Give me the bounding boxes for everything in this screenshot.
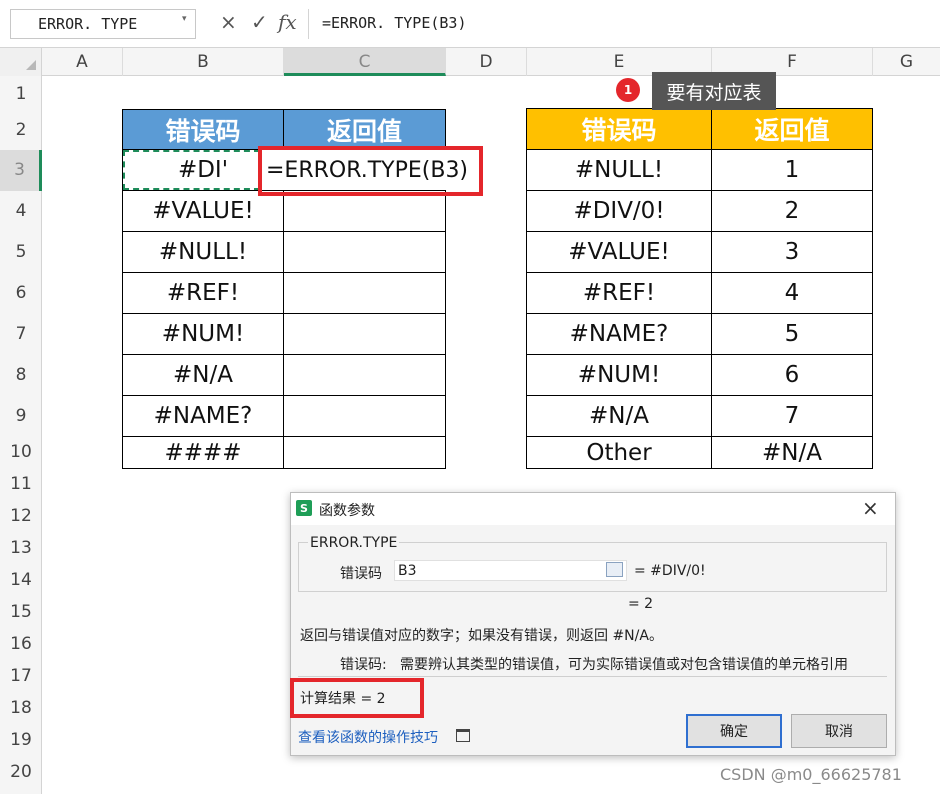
row-header-2[interactable]: 2 xyxy=(0,110,42,150)
function-result: = 2 xyxy=(628,596,654,612)
cell-b6[interactable]: #REF! xyxy=(123,273,284,314)
right-header-return-value[interactable]: 返回值 xyxy=(712,109,873,150)
chevron-down-icon[interactable]: ▾ xyxy=(182,14,187,24)
copy-marquee xyxy=(123,150,260,190)
corner-triangle-icon xyxy=(26,60,36,70)
right-row-code[interactable]: Other xyxy=(527,437,712,469)
argument-description: 需要辨认其类型的错误值，可为实际错误值或对包含错误值的单元格引用 xyxy=(400,657,848,673)
right-row-code[interactable]: #VALUE! xyxy=(527,232,712,273)
left-header-error-code[interactable]: 错误码 xyxy=(123,110,284,150)
row-header-10[interactable]: 10 xyxy=(0,437,42,468)
row-header-16[interactable]: 16 xyxy=(0,628,42,660)
right-row-value[interactable]: 2 xyxy=(712,191,873,232)
row-header-9[interactable]: 9 xyxy=(0,396,42,437)
row-header-7[interactable]: 7 xyxy=(0,314,42,355)
row-header-4[interactable]: 4 xyxy=(0,191,42,232)
cell-c4[interactable] xyxy=(284,191,446,232)
right-row-value[interactable]: 6 xyxy=(712,355,873,396)
formula-highlight-box xyxy=(258,146,483,196)
cell-b8[interactable]: #N/A xyxy=(123,355,284,396)
calendar-icon[interactable] xyxy=(456,729,470,742)
row-header-20[interactable]: 20 xyxy=(0,756,42,788)
column-header-b[interactable]: B xyxy=(123,48,284,76)
row-header-12[interactable]: 12 xyxy=(0,500,42,532)
callout-label: 要有对应表 xyxy=(652,72,776,110)
column-header-c[interactable]: C xyxy=(284,48,446,76)
argument-result: = #DIV/0! xyxy=(634,563,706,579)
formula-text: =ERROR. TYPE(B3) xyxy=(322,14,467,32)
argument-value: B3 xyxy=(398,563,417,579)
cell-b7[interactable]: #NUM! xyxy=(123,314,284,355)
cancel-icon[interactable]: × xyxy=(220,10,237,34)
column-header-d[interactable]: D xyxy=(446,48,527,76)
dialog-separator xyxy=(298,676,887,677)
right-row-code[interactable]: #NULL! xyxy=(527,150,712,191)
argument-description-label: 错误码: xyxy=(340,657,387,673)
right-row-value[interactable]: 1 xyxy=(712,150,873,191)
right-row-value[interactable]: #N/A xyxy=(712,437,873,469)
right-row-code[interactable]: #NAME? xyxy=(527,314,712,355)
right-row-code[interactable]: #DIV/0! xyxy=(527,191,712,232)
row-header-5[interactable]: 5 xyxy=(0,232,42,273)
row-header-13[interactable]: 13 xyxy=(0,532,42,564)
right-row-value[interactable]: 7 xyxy=(712,396,873,437)
right-row-value[interactable]: 5 xyxy=(712,314,873,355)
row-header-3[interactable]: 3 xyxy=(0,150,42,191)
function-name: ERROR.TYPE xyxy=(308,535,400,551)
cell-c9[interactable] xyxy=(284,396,446,437)
watermark: CSDN @m0_66625781 xyxy=(720,765,902,784)
collapse-dialog-icon[interactable] xyxy=(606,562,623,577)
cell-c7[interactable] xyxy=(284,314,446,355)
cancel-button[interactable]: 取消 xyxy=(791,714,887,748)
cell-b4[interactable]: #VALUE! xyxy=(123,191,284,232)
dialog-titlebar xyxy=(291,493,895,525)
row-header-1[interactable]: 1 xyxy=(0,80,42,108)
row-header-14[interactable]: 14 xyxy=(0,564,42,596)
argument-label: 错误码 xyxy=(340,566,382,582)
callout-number-badge: 1 xyxy=(616,78,640,102)
column-header-g[interactable]: G xyxy=(873,48,940,76)
ok-button[interactable]: 确定 xyxy=(686,714,782,748)
wps-app-icon: S xyxy=(296,500,312,516)
right-header-error-code[interactable]: 错误码 xyxy=(527,109,712,150)
right-row-code[interactable]: #REF! xyxy=(527,273,712,314)
cell-c5[interactable] xyxy=(284,232,446,273)
cell-b5[interactable]: #NULL! xyxy=(123,232,284,273)
right-row-code[interactable]: #NUM! xyxy=(527,355,712,396)
result-highlight-box xyxy=(290,678,424,718)
left-header-return-value[interactable]: 返回值 xyxy=(284,110,446,150)
argument-input[interactable] xyxy=(394,560,627,581)
function-description: 返回与错误值对应的数字；如果没有错误，则返回 #N/A。 xyxy=(300,628,663,644)
dialog-title: 函数参数 xyxy=(319,503,375,519)
row-header-17[interactable]: 17 xyxy=(0,660,42,692)
help-link[interactable]: 查看该函数的操作技巧 xyxy=(298,727,438,747)
row-header-19[interactable]: 19 xyxy=(0,724,42,756)
right-row-value[interactable]: 3 xyxy=(712,232,873,273)
fx-icon[interactable]: fx xyxy=(278,10,297,34)
row-header-15[interactable]: 15 xyxy=(0,596,42,628)
cell-c10[interactable] xyxy=(284,437,446,469)
cell-c6[interactable] xyxy=(284,273,446,314)
row-header-11[interactable]: 11 xyxy=(0,468,42,500)
row-header-18[interactable]: 18 xyxy=(0,692,42,724)
name-box-text: ERROR. TYPE xyxy=(38,15,138,33)
column-header-a[interactable]: A xyxy=(42,48,123,76)
row-header-8[interactable]: 8 xyxy=(0,355,42,396)
right-row-value[interactable]: 4 xyxy=(712,273,873,314)
confirm-icon[interactable]: ✓ xyxy=(251,10,268,34)
cell-c8[interactable] xyxy=(284,355,446,396)
row-header-6[interactable]: 6 xyxy=(0,273,42,314)
close-icon[interactable]: × xyxy=(862,496,879,520)
cell-b9[interactable]: #NAME? xyxy=(123,396,284,437)
cell-b10[interactable]: #### xyxy=(123,437,284,469)
right-row-code[interactable]: #N/A xyxy=(527,396,712,437)
